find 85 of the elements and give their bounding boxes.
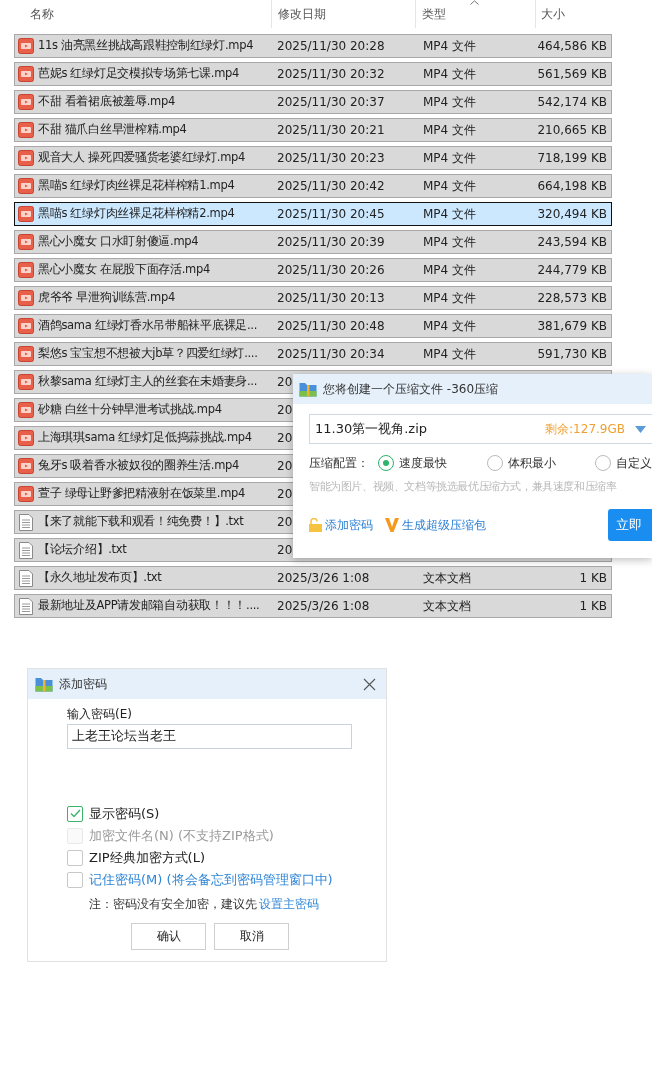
modified-date: 2025/11/30 20:42: [277, 179, 385, 193]
file-name: 黑心小魔女 口水盯射傻逼.mp4: [38, 233, 199, 251]
file-type: MP4 文件: [422, 178, 478, 195]
file-name: 黑喵s 红绿灯肉丝裸足花样榨精2.mp4: [38, 205, 235, 223]
file-name: 上海琪琪sama 红绿灯足低捣蒜挑战.mp4: [38, 429, 252, 447]
file-name: 【永久地址发布页】.txt: [38, 569, 162, 587]
checkbox-label: 显示密码(S): [89, 804, 160, 823]
file-name: 芭妮s 红绿灯足交模拟专场第七课.mp4: [38, 65, 240, 83]
radio-label: 速度最快: [399, 455, 448, 472]
file-name: 不甜 猫爪白丝早泄榨精.mp4: [38, 121, 187, 139]
file-type: MP4 文件: [422, 122, 478, 139]
modified-date: 20: [277, 459, 293, 473]
file-type: MP4 文件: [422, 346, 478, 363]
file-size: 542,174 KB: [537, 94, 607, 111]
file-type: MP4 文件: [422, 206, 478, 223]
file-size: 243,594 KB: [537, 234, 607, 251]
file-name: 兔牙s 吸着香水被奴役的圈养生活.mp4: [38, 457, 240, 475]
file-type: MP4 文件: [422, 290, 478, 307]
dialog-title: 添加密码: [59, 676, 108, 693]
modified-date: 2025/11/30 20:13: [277, 291, 385, 305]
modified-date: 2025/3/26 1:08: [277, 571, 370, 585]
file-size: 591,730 KB: [537, 346, 607, 363]
file-type: 文本文档: [422, 598, 472, 615]
file-name: 【来了就能下载和观看！纯免费！】.txt: [38, 513, 244, 531]
file-name: 观音大人 操死四爱骚货老婆红绿灯.mp4: [38, 149, 246, 167]
hint-text: 智能为图片、视频、文档等挑选最优压缩方式，兼具速度和压缩率: [309, 479, 618, 494]
file-name: 最新地址及APP请发邮箱自动获取！！！....: [38, 597, 260, 615]
file-type: MP4 文件: [422, 318, 478, 335]
modified-date: 2025/11/30 20:23: [277, 151, 385, 165]
radio-label: 体积最小: [507, 455, 556, 472]
modified-date: 2025/11/30 20:39: [277, 235, 385, 249]
checkbox-label: 加密文件名(N) (不支持ZIP格式): [89, 826, 274, 845]
modified-date: 20: [277, 515, 293, 529]
file-type: MP4 文件: [422, 94, 478, 111]
modified-date: 2025/11/30 20:32: [277, 67, 385, 81]
dialog-title: 您将创建一个压缩文件 -360压缩: [323, 381, 499, 398]
file-name: 黑心小魔女 在屁股下面存活.mp4: [38, 261, 211, 279]
note-text: 注：密码没有安全加密，建议先: [89, 896, 257, 911]
file-size: 1 KB: [578, 570, 607, 587]
file-type: MP4 文件: [422, 150, 478, 167]
file-name: 【论坛介绍】.txt: [38, 541, 127, 559]
file-name: 梨悠s 宝宝想不想被大jb草？四爱红绿灯....: [38, 345, 258, 363]
radio-label: 自定义: [616, 455, 652, 472]
file-size: 664,198 KB: [537, 178, 607, 195]
file-name: 酒鸽sama 红绿灯香水吊带船袜平底裸足...: [38, 317, 257, 335]
file-type: MP4 文件: [422, 234, 478, 251]
file-name: 11s 油亮黑丝挑战高跟鞋控制红绿灯.mp4: [38, 37, 254, 55]
file-type: MP4 文件: [422, 262, 478, 279]
modified-date: 2025/11/30 20:21: [277, 123, 385, 137]
file-name: 黑喵s 红绿灯肉丝裸足花样榨精1.mp4: [38, 177, 235, 195]
config-label: 压缩配置：: [309, 455, 370, 472]
file-size: 244,779 KB: [537, 262, 607, 279]
file-name: 萱子 绿母让野爹把精液射在饭菜里.mp4: [38, 485, 246, 503]
file-size: 210,665 KB: [537, 122, 607, 139]
checkbox-label: 记住密码(M) (将会备忘到密码管理窗口中): [89, 870, 333, 889]
modified-date: 20: [277, 375, 293, 389]
file-size: 1 KB: [578, 598, 607, 615]
file-type: MP4 文件: [422, 38, 478, 55]
modified-date: 20: [277, 543, 293, 557]
file-name: 虎爷爷 早泄狗训练营.mp4: [38, 289, 175, 307]
file-size: 320,494 KB: [537, 206, 607, 223]
modified-date: 2025/11/30 20:45: [277, 207, 385, 221]
file-size: 561,569 KB: [537, 66, 607, 83]
modified-date: 2025/11/30 20:28: [277, 39, 385, 53]
file-size: 464,586 KB: [537, 38, 607, 55]
checkbox-label: ZIP经典加密方式(L): [89, 848, 205, 867]
archive-name: 11.30第一视角.zip: [315, 420, 429, 439]
modified-date: 2025/3/26 1:08: [277, 599, 370, 613]
file-size: 718,199 KB: [537, 150, 607, 167]
file-name: 秋黎sama 红绿灯主人的丝套在未婚妻身...: [38, 373, 257, 391]
file-name: 不甜 看着裙底被羞辱.mp4: [38, 93, 175, 111]
modified-date: 2025/11/30 20:26: [277, 263, 385, 277]
modified-date: 2025/11/30 20:34: [277, 347, 385, 361]
free-space: 剩余:127.9GB: [545, 421, 625, 438]
modified-date: 20: [277, 403, 293, 417]
file-size: 228,573 KB: [537, 290, 607, 307]
modified-date: 2025/11/30 20:37: [277, 95, 385, 109]
modified-date: 20: [277, 487, 293, 501]
file-name: 砂糖 白丝十分钟早泄考试挑战.mp4: [38, 401, 222, 419]
file-size: 381,679 KB: [537, 318, 607, 335]
file-type: MP4 文件: [422, 66, 478, 83]
file-type: 文本文档: [422, 570, 472, 587]
field-label: 输入密码(E): [67, 706, 133, 723]
modified-date: 2025/11/30 20:48: [277, 319, 385, 333]
modified-date: 20: [277, 431, 293, 445]
